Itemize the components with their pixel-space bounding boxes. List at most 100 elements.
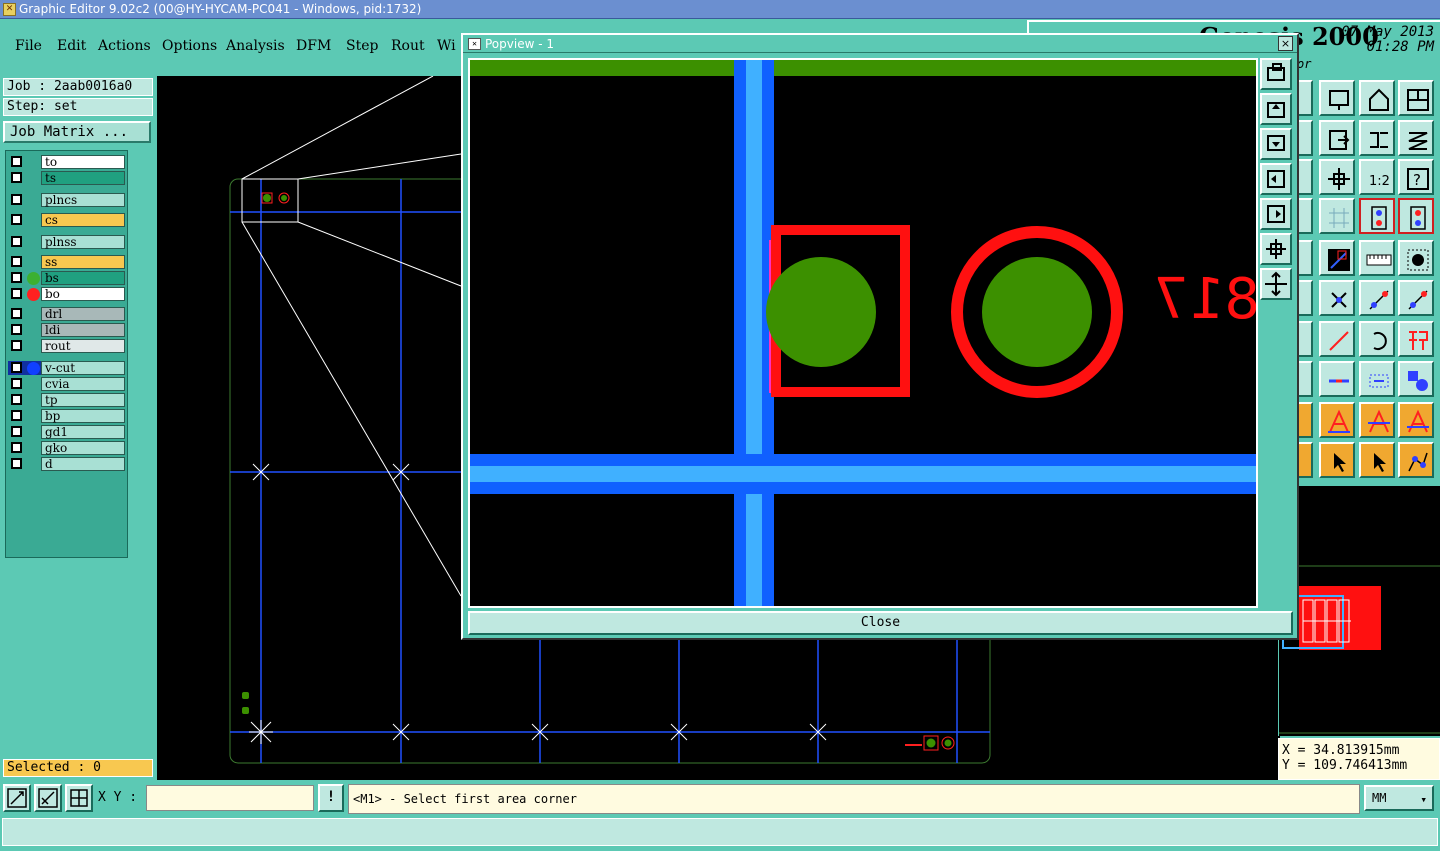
layer-net-button[interactable] — [1359, 198, 1395, 234]
layer-net-red-button[interactable] — [1398, 198, 1434, 234]
step-button[interactable] — [1359, 120, 1395, 156]
select-arrow-button[interactable] — [1319, 442, 1355, 478]
layer-checkbox[interactable] — [11, 272, 22, 283]
select-arrow2-button[interactable] — [1359, 442, 1395, 478]
layer-checkbox[interactable] — [11, 194, 22, 205]
popview-pan-right-button[interactable] — [1260, 198, 1292, 230]
layer-checkbox[interactable] — [11, 410, 22, 421]
layer-row-gko[interactable]: gko — [8, 441, 125, 455]
draw-line-button[interactable] — [1319, 321, 1355, 357]
text-a2-button[interactable] — [1359, 402, 1395, 438]
layer-name[interactable]: ldi — [41, 323, 125, 337]
text-a3-button[interactable] — [1398, 402, 1434, 438]
menu-actions[interactable]: Actions — [98, 38, 151, 54]
circle-target-button[interactable] — [1398, 240, 1434, 276]
layer-name[interactable]: cvia — [41, 377, 125, 391]
layer-checkbox[interactable] — [11, 236, 22, 247]
export-button[interactable] — [1319, 120, 1355, 156]
popview-zoom-in-button[interactable] — [1260, 233, 1292, 265]
pen-button[interactable] — [1319, 240, 1355, 276]
layer-checkbox[interactable] — [11, 214, 22, 225]
popview-pan-left-button[interactable] — [1260, 163, 1292, 195]
layer-row-v-cut[interactable]: v-cut — [8, 361, 125, 375]
layer-row-bo[interactable]: bo — [8, 287, 125, 301]
window-split-button[interactable] — [1398, 80, 1434, 116]
layer-name[interactable]: gko — [41, 441, 125, 455]
units-select[interactable]: MM ▾ — [1364, 785, 1434, 811]
layer-checkbox[interactable] — [11, 378, 22, 389]
layer-name[interactable]: plnss — [41, 235, 125, 249]
layer-name[interactable]: tp — [41, 393, 125, 407]
snap-center-button[interactable] — [1319, 280, 1355, 316]
layer-name[interactable]: cs — [41, 213, 125, 227]
layer-checkbox[interactable] — [11, 458, 22, 469]
layer-row-drl[interactable]: drl — [8, 307, 125, 321]
layer-name[interactable]: v-cut — [41, 361, 125, 375]
layer-scrollbar[interactable] — [130, 150, 154, 558]
monitor-button[interactable] — [1319, 80, 1355, 116]
layer-row-d[interactable]: d — [8, 457, 125, 471]
help-button[interactable]: ? — [1398, 159, 1434, 195]
layer-row-cs[interactable]: cs — [8, 213, 125, 227]
layer-row-ldi[interactable]: ldi — [8, 323, 125, 337]
xy-input[interactable] — [146, 785, 314, 811]
layer-checkbox[interactable] — [11, 172, 22, 183]
popview-pan-down-button[interactable] — [1260, 128, 1292, 160]
popview-zoom-out-button[interactable] — [1260, 268, 1292, 300]
layer-name[interactable]: d — [41, 457, 125, 471]
grid-button[interactable] — [1319, 198, 1355, 234]
snap-line-button[interactable] — [1359, 280, 1395, 316]
layer-name[interactable]: bo — [41, 287, 125, 301]
layer-checkbox[interactable] — [11, 256, 22, 267]
layer-row-bp[interactable]: bp — [8, 409, 125, 423]
layer-row-to[interactable]: to — [8, 155, 125, 169]
snap-end-button[interactable] — [1398, 280, 1434, 316]
menu-dfm[interactable]: DFM — [296, 38, 331, 54]
menu-edit[interactable]: Edit — [57, 38, 86, 54]
feature-button[interactable] — [1398, 321, 1434, 357]
layer-row-bs[interactable]: bs — [8, 271, 125, 285]
layer-name[interactable]: to — [41, 155, 125, 169]
layer-row-plncs[interactable]: plncs — [8, 193, 125, 207]
layer-checkbox[interactable] — [11, 156, 22, 167]
layer-row-tp[interactable]: tp — [8, 393, 125, 407]
popview-zoom-home-button[interactable] — [1260, 58, 1292, 90]
alert-button[interactable]: ! — [318, 784, 344, 812]
menu-file[interactable]: File — [15, 38, 42, 54]
layer-name[interactable]: rout — [41, 339, 125, 353]
layer-checkbox[interactable] — [11, 288, 22, 299]
layer-name[interactable]: plncs — [41, 193, 125, 207]
grid-snap-button[interactable] — [65, 784, 93, 812]
layer-row-ts[interactable]: ts — [8, 171, 125, 185]
fit-button[interactable] — [1319, 159, 1355, 195]
popview-canvas[interactable]: 817 — [468, 58, 1258, 608]
shapes-button[interactable] — [1398, 361, 1434, 397]
overview-map[interactable] — [1278, 486, 1440, 736]
layer-row-plnss[interactable]: plnss — [8, 235, 125, 249]
menu-window[interactable]: Wi — [437, 38, 456, 54]
layer-checkbox[interactable] — [11, 324, 22, 335]
job-matrix-button[interactable]: Job Matrix ... — [3, 121, 151, 143]
layer-checkbox[interactable] — [11, 426, 22, 437]
zoom-area-button[interactable] — [3, 784, 31, 812]
layer-name[interactable]: drl — [41, 307, 125, 321]
popview-close-icon[interactable]: × — [1278, 36, 1293, 51]
menu-analysis[interactable]: Analysis — [226, 38, 285, 54]
layer-row-rout[interactable]: rout — [8, 339, 125, 353]
layer-checkbox[interactable] — [11, 394, 22, 405]
layer-row-cvia[interactable]: cvia — [8, 377, 125, 391]
route-button[interactable] — [1398, 442, 1434, 478]
layer-name[interactable]: bs — [41, 271, 125, 285]
menu-step[interactable]: Step — [346, 38, 378, 54]
scale-1-2-button[interactable]: 1:2 — [1359, 159, 1395, 195]
ruler-button[interactable] — [1359, 240, 1395, 276]
text-a-button[interactable] — [1319, 402, 1355, 438]
resize-button[interactable] — [1359, 361, 1395, 397]
layer-row-ss[interactable]: ss — [8, 255, 125, 269]
layer-checkbox[interactable] — [11, 340, 22, 351]
popview-close-button[interactable]: Close — [468, 611, 1293, 635]
layer-name[interactable]: bp — [41, 409, 125, 423]
arc-button[interactable] — [1359, 321, 1395, 357]
layer-row-gd1[interactable]: gd1 — [8, 425, 125, 439]
menu-options[interactable]: Options — [162, 38, 217, 54]
